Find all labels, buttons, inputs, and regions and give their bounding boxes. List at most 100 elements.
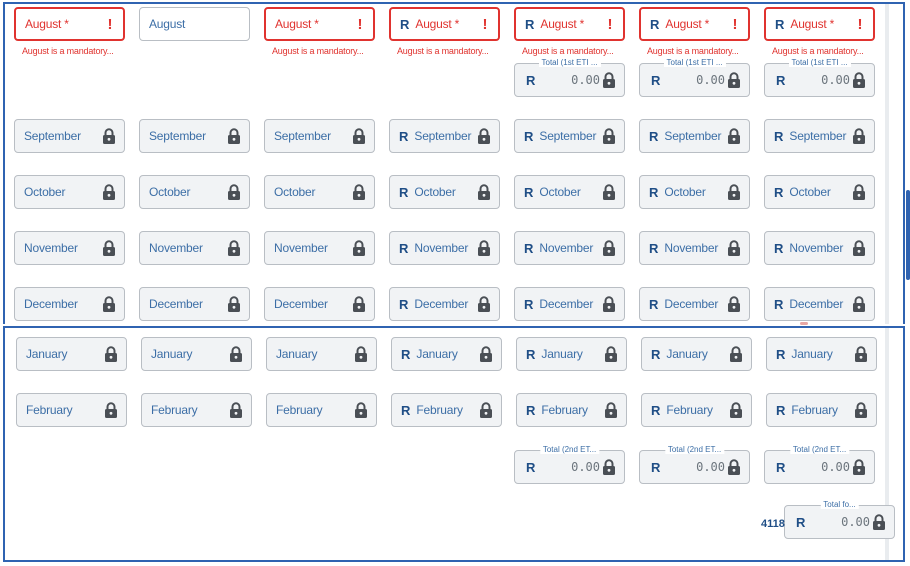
september-field[interactable]: R September: [389, 119, 500, 153]
total-field[interactable]: Total (1st ETI ... R 0.00: [639, 58, 750, 97]
october-field[interactable]: October: [264, 175, 375, 209]
october-field[interactable]: R October: [514, 175, 625, 209]
january-field[interactable]: R January: [641, 337, 752, 371]
validation-message: August is a mandatory...: [272, 46, 364, 56]
lock-icon: [229, 346, 243, 362]
total-field[interactable]: Total (1st ETI ... R 0.00: [764, 58, 875, 97]
november-field[interactable]: November: [139, 231, 250, 265]
total-field[interactable]: Total (2nd ET... R 0.00: [764, 445, 875, 484]
december-field[interactable]: December: [264, 287, 375, 321]
currency-symbol: R: [775, 16, 785, 32]
lock-icon: [852, 128, 866, 144]
september-field[interactable]: R September: [514, 119, 625, 153]
field-label: November: [789, 241, 844, 255]
scrollbar-thumb[interactable]: [906, 190, 910, 280]
total-label: Total (1st ETI ...: [538, 58, 601, 67]
total-label: Total (2nd ET...: [789, 445, 850, 454]
field-label: October: [664, 185, 706, 199]
lock-icon: [727, 72, 741, 88]
february-field[interactable]: R February: [516, 393, 627, 427]
lock-icon: [479, 346, 493, 362]
february-field[interactable]: February: [141, 393, 252, 427]
january-field[interactable]: January: [16, 337, 127, 371]
field-label: October: [24, 185, 66, 199]
field-label: February: [276, 403, 323, 417]
total-label: Total (2nd ET...: [539, 445, 600, 454]
lock-icon: [604, 402, 618, 418]
currency-symbol: R: [776, 402, 786, 418]
currency-symbol: R: [525, 16, 535, 32]
january-field[interactable]: R January: [391, 337, 502, 371]
august-field[interactable]: August: [139, 7, 250, 41]
currency-symbol: R: [524, 296, 534, 312]
august-field[interactable]: R August *!: [639, 7, 750, 41]
field-label: September: [274, 129, 331, 143]
february-field[interactable]: February: [266, 393, 377, 427]
lock-icon: [227, 184, 241, 200]
january-field[interactable]: January: [266, 337, 377, 371]
total-field[interactable]: Total (2nd ET... R 0.00: [639, 445, 750, 484]
currency-symbol: R: [796, 514, 806, 530]
field-label: November: [664, 241, 719, 255]
november-field[interactable]: November: [264, 231, 375, 265]
currency-symbol: R: [776, 72, 786, 88]
october-field[interactable]: October: [14, 175, 125, 209]
november-field[interactable]: R November: [764, 231, 875, 265]
field-label: February: [416, 403, 463, 417]
february-field[interactable]: R February: [391, 393, 502, 427]
field-label: November: [539, 241, 594, 255]
field-label: December: [664, 297, 719, 311]
december-field[interactable]: December: [139, 287, 250, 321]
currency-symbol: R: [651, 402, 661, 418]
currency-symbol: R: [399, 240, 409, 256]
january-field[interactable]: January: [141, 337, 252, 371]
october-field[interactable]: R October: [639, 175, 750, 209]
lock-icon: [602, 459, 616, 475]
october-field[interactable]: R October: [389, 175, 500, 209]
exclamation-icon: !: [482, 15, 488, 33]
total-label: Total (2nd ET...: [664, 445, 725, 454]
august-field[interactable]: August *!: [264, 7, 375, 41]
field-label: January: [26, 347, 68, 361]
november-field[interactable]: R November: [514, 231, 625, 265]
august-field[interactable]: R August *!: [514, 7, 625, 41]
total-field[interactable]: Total (2nd ET... R 0.00: [514, 445, 625, 484]
january-field[interactable]: R January: [516, 337, 627, 371]
december-field[interactable]: R December: [764, 287, 875, 321]
lock-icon: [227, 296, 241, 312]
february-field[interactable]: R February: [641, 393, 752, 427]
november-field[interactable]: R November: [389, 231, 500, 265]
august-field[interactable]: R August *!: [764, 7, 875, 41]
october-field[interactable]: October: [139, 175, 250, 209]
currency-symbol: R: [524, 184, 534, 200]
october-field[interactable]: R October: [764, 175, 875, 209]
lock-icon: [104, 346, 118, 362]
currency-symbol: R: [399, 128, 409, 144]
field-label: January: [791, 347, 833, 361]
field-label: November: [149, 241, 203, 255]
november-field[interactable]: R November: [639, 231, 750, 265]
currency-symbol: R: [524, 128, 534, 144]
august-field[interactable]: R August *!: [389, 7, 500, 41]
lock-icon: [352, 184, 366, 200]
september-field[interactable]: September: [139, 119, 250, 153]
september-field[interactable]: September: [14, 119, 125, 153]
total-field[interactable]: Total fo... R 0.00: [784, 500, 895, 539]
january-field[interactable]: R January: [766, 337, 877, 371]
december-field[interactable]: R December: [514, 287, 625, 321]
december-field[interactable]: R December: [389, 287, 500, 321]
february-field[interactable]: February: [16, 393, 127, 427]
validation-message: August is a mandatory...: [397, 46, 489, 56]
november-field[interactable]: November: [14, 231, 125, 265]
december-field[interactable]: December: [14, 287, 125, 321]
total-field[interactable]: Total (1st ETI ... R 0.00: [514, 58, 625, 97]
currency-symbol: R: [649, 296, 659, 312]
february-field[interactable]: R February: [766, 393, 877, 427]
field-label: December: [149, 297, 203, 311]
december-field[interactable]: R December: [639, 287, 750, 321]
field-label: November: [24, 241, 78, 255]
september-field[interactable]: R September: [764, 119, 875, 153]
september-field[interactable]: September: [264, 119, 375, 153]
september-field[interactable]: R September: [639, 119, 750, 153]
august-field[interactable]: August *!: [14, 7, 125, 41]
